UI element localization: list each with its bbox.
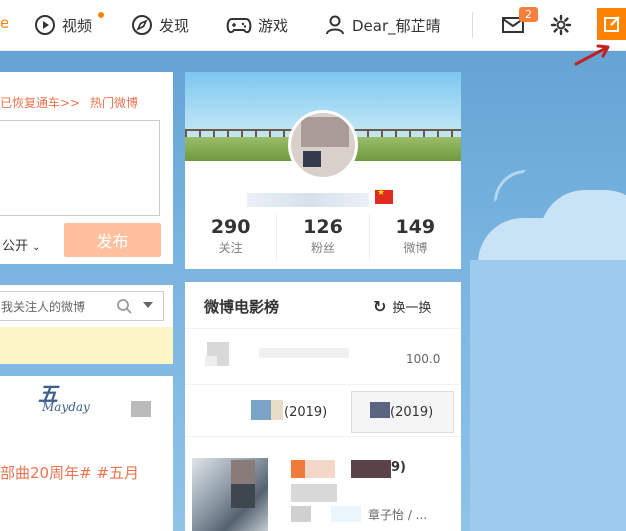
movie-card-title: 微博电影榜 xyxy=(204,298,280,316)
feed-search-panel: 我关注人的微博 xyxy=(0,285,173,327)
gamepad-icon xyxy=(226,18,252,34)
profile-stats: 290 关注 126 粉丝 149 微博 xyxy=(185,214,461,260)
recovered-link[interactable]: 已恢复通车>> xyxy=(0,96,80,110)
top-navigation-bar: e 视频 发现 游戏 Dear_郁芷晴 2 xyxy=(0,0,626,51)
avatar-mosaic xyxy=(303,151,321,167)
profile-name-blurred[interactable] xyxy=(247,193,369,207)
nav-item-discover[interactable]: 发现 xyxy=(131,0,189,50)
publish-button[interactable]: 发布 xyxy=(64,223,161,257)
movie-mosaic xyxy=(231,484,255,508)
composer-links: 已恢复通车>> 热门微博 xyxy=(0,94,144,111)
movie-mosaic xyxy=(291,506,311,522)
refresh-button[interactable]: ↻ 换一换 xyxy=(373,297,431,316)
movie-name-blurred xyxy=(259,348,349,358)
movie-row[interactable]: 9) 章子怡 / ... xyxy=(185,450,461,531)
mayday-logo-sub: Mayday xyxy=(42,400,90,414)
search-icon[interactable] xyxy=(116,298,132,314)
refresh-label: 换一换 xyxy=(392,301,432,316)
nav-label-games: 游戏 xyxy=(258,16,289,35)
movie-tag: 9) xyxy=(391,460,406,475)
post-textarea[interactable] xyxy=(0,120,160,216)
caret-down-icon[interactable] xyxy=(143,302,153,310)
movie-ranking-card: 微博电影榜 ↻ 换一换 100.0 (2019) (2019) 9) 章子怡 /… xyxy=(185,282,461,531)
nav-label-video: 视频 xyxy=(62,16,93,35)
compass-icon xyxy=(132,15,152,35)
movie-mosaic xyxy=(205,356,217,366)
profile-card: 290 关注 126 粉丝 149 微博 xyxy=(185,72,461,269)
followers-label: 粉丝 xyxy=(310,241,335,255)
movie-hover-box[interactable]: (2019) xyxy=(351,391,454,433)
movie-mosaic xyxy=(305,460,335,478)
followers-count: 126 xyxy=(303,216,343,238)
avatar[interactable] xyxy=(288,110,358,180)
privacy-selector[interactable]: 公开 ⌄ xyxy=(2,235,41,254)
message-count-badge: 2 xyxy=(519,7,538,22)
chevron-down-icon: ⌄ xyxy=(32,242,41,253)
signal-decoration-icon xyxy=(494,170,526,202)
stat-posts[interactable]: 149 微博 xyxy=(370,214,461,260)
feed-topic-text[interactable]: 部曲20周年# #五月 xyxy=(0,462,139,483)
nav-item-profile[interactable]: Dear_郁芷晴 xyxy=(324,0,441,50)
stat-following[interactable]: 290 关注 xyxy=(185,214,278,260)
post-composer: 已恢复通车>> 热门微博 公开 ⌄ 发布 xyxy=(0,72,173,264)
movie-row[interactable]: 100.0 xyxy=(185,332,461,385)
privacy-label: 公开 xyxy=(2,239,29,254)
posts-count: 149 xyxy=(395,216,436,238)
notice-banner[interactable] xyxy=(0,327,173,364)
movie-poster-image[interactable] xyxy=(192,458,268,531)
compose-icon xyxy=(603,16,620,32)
following-label: 关注 xyxy=(218,241,243,255)
background-panel xyxy=(470,260,626,531)
movie-cast: 章子怡 / ... xyxy=(368,508,428,522)
hot-weibo-link[interactable]: 热门微博 xyxy=(90,96,138,110)
feed-item: 五 Mayday 部曲20周年# #五月 xyxy=(0,376,173,531)
movie-card-header: 微博电影榜 ↻ 换一换 xyxy=(185,282,461,329)
video-play-icon xyxy=(35,15,55,35)
stat-followers[interactable]: 126 粉丝 xyxy=(277,214,370,260)
following-count: 290 xyxy=(210,216,251,238)
posts-label: 微博 xyxy=(403,241,428,255)
movie-mosaic xyxy=(370,402,390,418)
user-icon xyxy=(326,15,344,35)
movie-mosaic xyxy=(251,400,271,420)
collapse-toggle[interactable] xyxy=(131,401,151,417)
china-flag-icon xyxy=(375,188,393,204)
nav-item-games[interactable]: 游戏 xyxy=(226,0,288,50)
nav-divider xyxy=(472,12,473,38)
movie-year-right: (2019) xyxy=(390,405,434,420)
annotation-arrow-icon xyxy=(574,44,610,66)
feed-search-input[interactable]: 我关注人的微博 xyxy=(0,291,164,321)
nav-item-cut[interactable]: e xyxy=(0,14,8,36)
gear-icon xyxy=(550,14,572,36)
nav-item-video[interactable]: 视频 xyxy=(34,0,92,50)
avatar-mosaic xyxy=(301,117,349,147)
movie-mosaic xyxy=(291,460,305,478)
compose-button[interactable] xyxy=(597,8,626,40)
movie-row[interactable]: (2019) (2019) xyxy=(185,386,461,437)
movie-score: 100.0 xyxy=(406,352,441,366)
settings-button[interactable] xyxy=(550,0,572,50)
movie-mosaic xyxy=(351,460,391,478)
refresh-icon: ↻ xyxy=(373,297,387,316)
movie-year-left: (2019) xyxy=(284,405,328,420)
nav-label-username: Dear_郁芷晴 xyxy=(352,16,441,35)
movie-mosaic xyxy=(291,484,337,502)
search-placeholder: 我关注人的微博 xyxy=(1,300,86,314)
movie-mosaic xyxy=(231,460,255,484)
movie-mosaic xyxy=(331,506,361,522)
nav-label-discover: 发现 xyxy=(159,16,190,35)
movie-mosaic xyxy=(271,400,283,420)
video-new-dot xyxy=(98,12,104,18)
